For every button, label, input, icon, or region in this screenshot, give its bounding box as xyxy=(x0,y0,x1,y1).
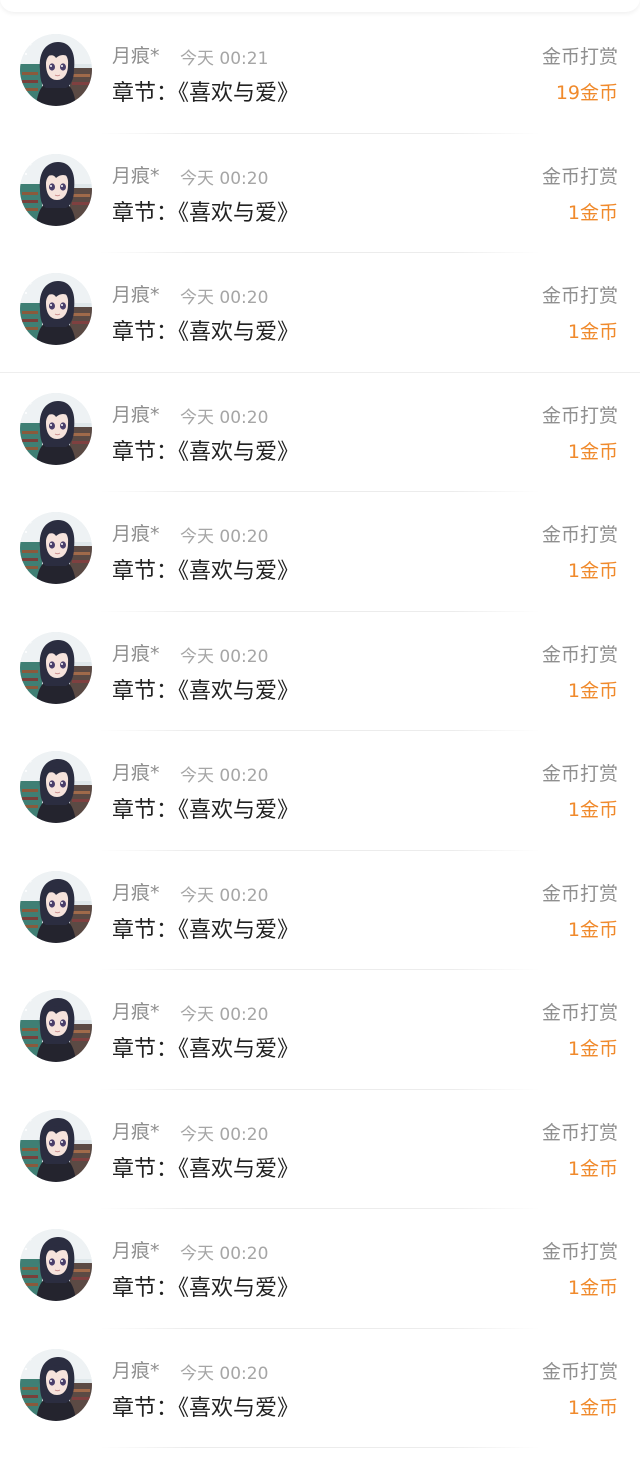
list-item[interactable]: 月痕* 今天 00:20 章节：《喜欢与爱》 金币打赏 1金币 xyxy=(0,851,640,970)
timestamp: 今天 00:21 xyxy=(180,49,269,69)
timestamp: 今天 00:20 xyxy=(180,527,269,547)
user-name: 月痕* xyxy=(112,1359,160,1382)
reward-type: 金币打赏 xyxy=(541,46,618,68)
avatar[interactable] xyxy=(20,1348,92,1421)
chapter-title: 章节：《喜欢与爱》 xyxy=(112,439,300,465)
chapter-title: 章节：《喜欢与爱》 xyxy=(112,200,300,226)
user-name: 月痕* xyxy=(112,1001,160,1023)
reward-amount: 1金币 xyxy=(567,799,618,821)
top-card-edge xyxy=(0,0,640,12)
chapter-title: 章节：《喜欢与爱》 xyxy=(112,1037,300,1062)
anime-avatar-icon xyxy=(20,990,92,1062)
user-name: 月痕* xyxy=(112,523,160,545)
avatar[interactable] xyxy=(20,1229,92,1301)
chapter-title: 章节：《喜欢与爱》 xyxy=(112,1395,300,1421)
avatar[interactable] xyxy=(20,273,92,345)
reward-type: 金币打赏 xyxy=(541,763,618,785)
reward-amount: 1金币 xyxy=(567,679,618,702)
reward-amount: 1金币 xyxy=(567,1157,618,1180)
list-item[interactable]: 月痕* 今天 00:20 章节：《喜欢与爱》 金币打赏 1金币 xyxy=(0,1090,640,1209)
user-name: 月痕* xyxy=(112,642,160,665)
timestamp: 今天 00:20 xyxy=(180,288,269,308)
avatar[interactable] xyxy=(20,751,92,823)
anime-avatar-icon xyxy=(20,631,92,704)
user-name: 月痕* xyxy=(112,1240,160,1262)
divider xyxy=(100,1447,540,1448)
chapter-title: 章节：《喜欢与爱》 xyxy=(112,678,300,704)
reward-amount: 19金币 xyxy=(555,82,618,104)
avatar[interactable] xyxy=(20,990,92,1062)
avatar[interactable] xyxy=(20,870,92,943)
reward-amount: 1金币 xyxy=(567,1396,618,1419)
list-item[interactable]: 月痕* 今天 00:20 章节：《喜欢与爱》 金币打赏 1金币 xyxy=(0,970,640,1090)
anime-avatar-icon xyxy=(20,1348,92,1421)
user-name: 月痕* xyxy=(112,1120,160,1143)
reward-type: 金币打赏 xyxy=(541,882,618,905)
timestamp: 今天 00:20 xyxy=(180,407,269,428)
user-name: 月痕* xyxy=(112,284,160,306)
avatar[interactable] xyxy=(20,1109,92,1182)
reward-amount: 1金币 xyxy=(567,201,618,224)
reward-type: 金币打赏 xyxy=(541,404,618,427)
chapter-title: 章节：《喜欢与爱》 xyxy=(112,798,300,823)
reward-amount: 1金币 xyxy=(567,918,618,941)
reward-type: 金币打赏 xyxy=(541,524,618,546)
anime-avatar-icon xyxy=(20,870,92,943)
timestamp: 今天 00:20 xyxy=(180,1244,269,1264)
list-item[interactable]: 月痕* 今天 00:20 章节：《喜欢与爱》 金币打赏 1金币 xyxy=(0,253,640,373)
anime-avatar-icon xyxy=(20,34,92,106)
anime-avatar-icon xyxy=(20,1109,92,1182)
anime-avatar-icon xyxy=(20,512,92,584)
list-item[interactable]: 月痕* 今天 00:20 章节：《喜欢与爱》 金币打赏 1金币 xyxy=(0,1329,640,1448)
timestamp: 今天 00:20 xyxy=(180,1005,269,1025)
avatar[interactable] xyxy=(20,153,92,226)
chapter-title: 章节：《喜欢与爱》 xyxy=(112,559,300,584)
avatar[interactable] xyxy=(20,34,92,106)
reward-amount: 1金币 xyxy=(567,321,618,343)
reward-type: 金币打赏 xyxy=(541,285,618,307)
reward-amount: 1金币 xyxy=(567,1038,618,1060)
reward-type: 金币打赏 xyxy=(541,1241,618,1263)
chapter-title: 章节：《喜欢与爱》 xyxy=(112,81,300,106)
timestamp: 今天 00:20 xyxy=(180,168,269,189)
reward-amount: 1金币 xyxy=(567,560,618,582)
reward-type: 金币打赏 xyxy=(541,643,618,666)
list-item[interactable]: 月痕* 今天 00:21 章节：《喜欢与爱》 金币打赏 19金币 xyxy=(0,14,640,134)
timestamp: 今天 00:20 xyxy=(180,1124,269,1145)
timestamp: 今天 00:20 xyxy=(180,885,269,906)
list-item[interactable]: 月痕* 今天 00:20 章节：《喜欢与爱》 金币打赏 1金币 xyxy=(0,731,640,851)
avatar[interactable] xyxy=(20,392,92,465)
user-name: 月痕* xyxy=(112,403,160,426)
chapter-title: 章节：《喜欢与爱》 xyxy=(112,917,300,943)
user-name: 月痕* xyxy=(112,164,160,187)
user-name: 月痕* xyxy=(112,762,160,784)
list-item[interactable]: 月痕* 今天 00:20 章节：《喜欢与爱》 金币打赏 1金币 xyxy=(0,612,640,731)
anime-avatar-icon xyxy=(20,153,92,226)
list-item[interactable]: 月痕* 今天 00:20 章节：《喜欢与爱》 金币打赏 1金币 xyxy=(0,1209,640,1329)
timestamp: 今天 00:20 xyxy=(180,766,269,786)
user-name: 月痕* xyxy=(112,881,160,904)
chapter-title: 章节：《喜欢与爱》 xyxy=(112,1276,300,1301)
reward-type: 金币打赏 xyxy=(541,1360,618,1383)
anime-avatar-icon xyxy=(20,751,92,823)
reward-list: 月痕* 今天 00:21 章节：《喜欢与爱》 金币打赏 19金币 月痕* 今天 … xyxy=(0,14,640,1448)
timestamp: 今天 00:20 xyxy=(180,1363,269,1384)
anime-avatar-icon xyxy=(20,1229,92,1301)
timestamp: 今天 00:20 xyxy=(180,646,269,667)
list-item[interactable]: 月痕* 今天 00:20 章节：《喜欢与爱》 金币打赏 1金币 xyxy=(0,373,640,492)
list-item[interactable]: 月痕* 今天 00:20 章节：《喜欢与爱》 金币打赏 1金币 xyxy=(0,492,640,612)
reward-amount: 1金币 xyxy=(567,440,618,463)
list-item[interactable]: 月痕* 今天 00:20 章节：《喜欢与爱》 金币打赏 1金币 xyxy=(0,134,640,253)
chapter-title: 章节：《喜欢与爱》 xyxy=(112,1156,300,1182)
anime-avatar-icon xyxy=(20,392,92,465)
anime-avatar-icon xyxy=(20,273,92,345)
reward-amount: 1金币 xyxy=(567,1277,618,1299)
user-name: 月痕* xyxy=(112,45,160,67)
chapter-title: 章节：《喜欢与爱》 xyxy=(112,320,300,345)
avatar[interactable] xyxy=(20,512,92,584)
reward-type: 金币打赏 xyxy=(541,165,618,188)
reward-type: 金币打赏 xyxy=(541,1002,618,1024)
reward-type: 金币打赏 xyxy=(541,1121,618,1144)
avatar[interactable] xyxy=(20,631,92,704)
